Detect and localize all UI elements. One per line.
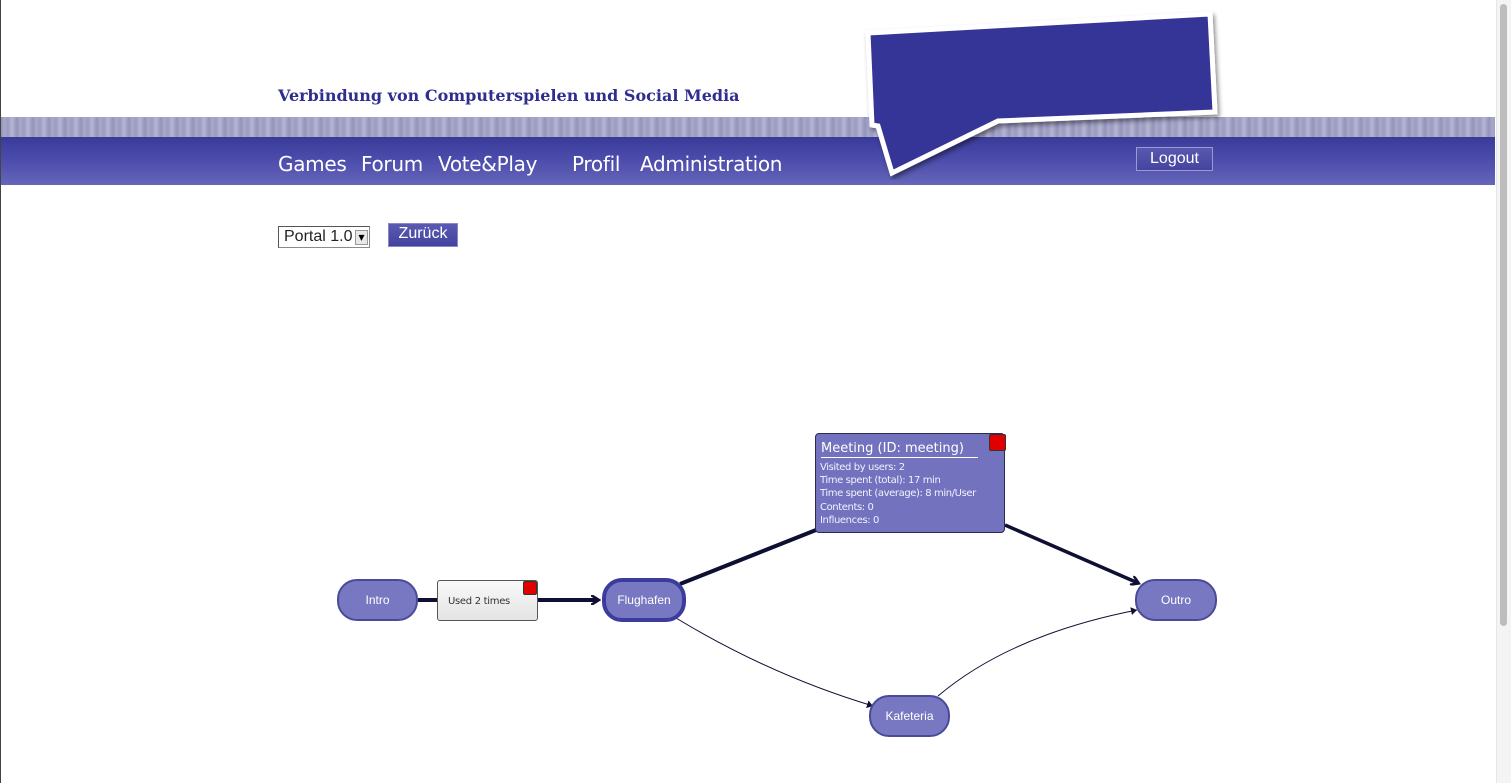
info-visited-users: Visited by users: 2 <box>820 462 905 473</box>
story-graph-edges <box>418 523 1511 709</box>
node-intro[interactable]: Intro <box>337 579 418 621</box>
edge-flughafen-kafeteria <box>675 617 874 709</box>
edge-meeting-outro <box>1004 523 1138 583</box>
info-influences: Influences: 0 <box>820 515 879 526</box>
node-flughafen[interactable]: Flughafen <box>602 578 686 622</box>
close-marker-icon[interactable] <box>989 434 1006 451</box>
node-info-meeting[interactable]: Meeting (ID: meeting) Visited by users: … <box>815 433 1006 533</box>
node-kafeteria[interactable]: Kafeteria <box>869 695 950 737</box>
info-box-title: Meeting (ID: meeting) <box>821 441 978 458</box>
edge-usage-label[interactable]: Used 2 times <box>437 580 538 621</box>
info-time-average: Time spent (average): 8 min/User <box>820 488 976 499</box>
edge-kafeteria-outro <box>937 607 1138 697</box>
edge-usage-text: Used 2 times <box>448 596 510 607</box>
info-contents: Contents: 0 <box>820 502 874 513</box>
info-time-total: Time spent (total): 17 min <box>820 475 941 486</box>
close-marker-icon[interactable] <box>523 581 537 595</box>
edge-flughafen-meeting <box>679 528 817 586</box>
node-outro[interactable]: Outro <box>1135 579 1217 621</box>
